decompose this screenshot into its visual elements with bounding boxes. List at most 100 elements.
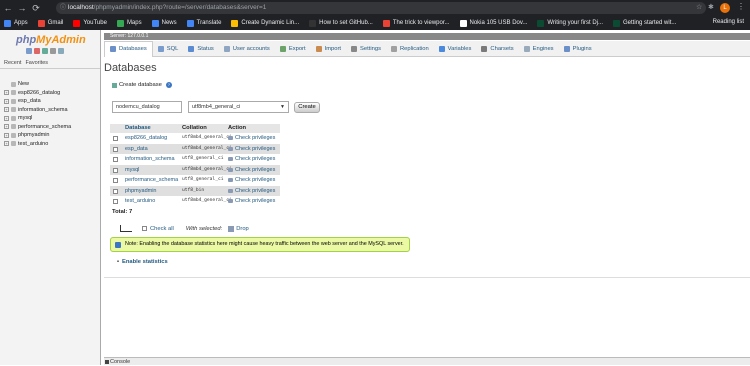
tree-item-database[interactable]: + performance_schema — [4, 123, 71, 132]
tab-status[interactable]: Status — [183, 41, 218, 57]
home-icon[interactable] — [26, 48, 32, 54]
row-checkbox[interactable] — [113, 146, 118, 152]
bookmark-item[interactable]: Gmail — [37, 19, 63, 27]
database-link[interactable]: phpmyadmin — [125, 186, 157, 197]
row-checkbox[interactable] — [113, 157, 118, 162]
tree-item-database[interactable]: + phpmyadmin — [4, 131, 71, 140]
expand-icon[interactable]: + — [4, 141, 9, 147]
expand-icon[interactable]: + — [4, 115, 9, 121]
docs-icon[interactable] — [42, 48, 48, 54]
tab-charsets[interactable]: Charsets — [476, 41, 518, 57]
database-link[interactable]: information_schema — [125, 154, 175, 165]
help-icon[interactable]: ? — [165, 82, 172, 88]
logout-icon[interactable] — [34, 48, 40, 54]
tree-item-database[interactable]: + test_arduino — [4, 140, 71, 149]
database-link[interactable]: esp8266_datalog — [125, 133, 167, 144]
check-privileges-link[interactable]: Check privileges — [228, 133, 275, 144]
reading-list[interactable]: Reading list — [713, 19, 744, 25]
enable-statistics-link[interactable]: Enable statistics — [117, 259, 168, 265]
breadcrumb-server[interactable]: Server: 127.0.0.1 — [110, 33, 148, 40]
console-bar[interactable]: Console — [104, 357, 750, 365]
expand-icon[interactable]: + — [4, 98, 9, 104]
tab-recent[interactable]: Recent — [4, 60, 21, 66]
forward-icon[interactable]: → — [16, 3, 28, 13]
tree-item-label[interactable]: esp_data — [18, 98, 41, 104]
create-button[interactable]: Create — [294, 102, 320, 113]
expand-icon[interactable]: + — [4, 107, 9, 113]
database-link[interactable]: performance_schema — [125, 175, 178, 186]
tab-sql[interactable]: SQL — [153, 41, 184, 57]
tab-plugins[interactable]: Plugins — [559, 41, 597, 57]
tab-settings[interactable]: Settings — [346, 41, 386, 57]
tab-export[interactable]: Export — [275, 41, 311, 57]
row-checkbox[interactable] — [113, 188, 118, 194]
bookmark-item[interactable]: Create Dynamic Lin... — [231, 19, 299, 27]
extensions-icon[interactable]: ✱ — [708, 3, 714, 11]
tree-item-database[interactable]: + esp8266_datalog — [4, 89, 71, 98]
bookmark-item[interactable]: News — [151, 19, 177, 27]
reload-icon[interactable]: ⟳ — [30, 3, 42, 14]
collation-select[interactable]: utf8mb4_general_ci ▼ — [188, 101, 289, 113]
row-checkbox[interactable] — [113, 199, 118, 204]
database-name-input[interactable]: nodemcu_datalog — [112, 101, 182, 113]
bookmark-item[interactable]: Translate — [186, 19, 221, 27]
check-all-checkbox[interactable] — [142, 226, 147, 231]
tab-engines[interactable]: Engines — [519, 41, 559, 57]
tree-item-label[interactable]: performance_schema — [18, 124, 71, 130]
tree-item-label[interactable]: test_arduino — [18, 141, 48, 147]
expand-icon[interactable]: + — [4, 90, 9, 96]
drop-icon[interactable] — [228, 225, 235, 232]
tree-item-label[interactable]: New — [18, 81, 29, 87]
bookmark-item[interactable]: YouTube — [73, 19, 107, 27]
tab-label: Plugins — [572, 45, 592, 52]
bookmark-item[interactable]: Maps — [116, 19, 142, 27]
bookmark-item[interactable]: The trick to viewpor... — [382, 19, 450, 27]
reload-nav-icon[interactable] — [58, 48, 64, 54]
check-privileges-link[interactable]: Check privileges — [228, 165, 275, 176]
row-checkbox[interactable] — [113, 178, 118, 183]
bookmark-star-icon[interactable]: ☆ — [696, 3, 702, 11]
tree-item-label[interactable]: mysql — [18, 115, 32, 121]
info-icon[interactable]: ⓘ — [60, 2, 66, 14]
expand-icon[interactable]: + — [4, 124, 9, 130]
database-link[interactable]: test_arduino — [125, 196, 155, 207]
tree-item-database[interactable]: + mysql — [4, 114, 71, 123]
bookmark-item[interactable]: Getting started wit... — [613, 19, 676, 27]
check-privileges-link[interactable]: Check privileges — [228, 144, 275, 155]
tab-import[interactable]: Import — [311, 41, 346, 57]
tab-databases[interactable]: Databases — [104, 40, 153, 57]
address-bar[interactable]: ⓘ localhost/phpmyadmin/index.php?route=/… — [56, 2, 706, 14]
tree-item-label[interactable]: phpmyadmin — [18, 132, 50, 138]
phpmyadmin-logo[interactable]: phpMyAdmin — [16, 34, 86, 46]
tree-item-label[interactable]: information_schema — [18, 107, 68, 113]
tab-variables[interactable]: Variables — [434, 41, 477, 57]
drop-button[interactable]: Drop — [236, 226, 249, 232]
header-database[interactable]: Database — [125, 124, 151, 133]
tab-user-accounts[interactable]: User accounts — [219, 41, 275, 57]
bookmark-item[interactable]: Writing your first Dj... — [537, 19, 603, 27]
check-all-label[interactable]: Check all — [150, 226, 174, 232]
expand-icon[interactable]: + — [4, 132, 9, 138]
tab-label: Replication — [399, 45, 429, 52]
back-icon[interactable]: ← — [2, 3, 14, 13]
row-checkbox[interactable] — [113, 136, 118, 141]
database-link[interactable]: mysql — [125, 165, 139, 176]
bookmark-item[interactable]: Apps — [4, 19, 28, 27]
tree-item-database[interactable]: + esp_data — [4, 97, 71, 106]
check-privileges-link[interactable]: Check privileges — [228, 196, 275, 207]
profile-avatar[interactable]: L — [720, 3, 730, 13]
check-privileges-link[interactable]: Check privileges — [228, 186, 275, 197]
check-privileges-link[interactable]: Check privileges — [228, 175, 275, 186]
tab-favorites[interactable]: Favorites — [25, 60, 48, 66]
tree-item-label[interactable]: esp8266_datalog — [18, 90, 60, 96]
bookmark-item[interactable]: How to set GitHub... — [309, 19, 373, 27]
row-checkbox[interactable] — [113, 167, 118, 173]
tab-replication[interactable]: Replication — [386, 41, 434, 57]
menu-icon[interactable]: ⋮ — [737, 2, 745, 11]
check-privileges-link[interactable]: Check privileges — [228, 154, 275, 165]
bookmark-item[interactable]: Nokia 105 USB Dov... — [459, 19, 527, 27]
tree-item-database[interactable]: + information_schema — [4, 106, 71, 115]
settings-icon[interactable] — [50, 48, 56, 54]
database-link[interactable]: esp_data — [125, 144, 148, 155]
tree-item-new[interactable]: New — [4, 80, 71, 89]
